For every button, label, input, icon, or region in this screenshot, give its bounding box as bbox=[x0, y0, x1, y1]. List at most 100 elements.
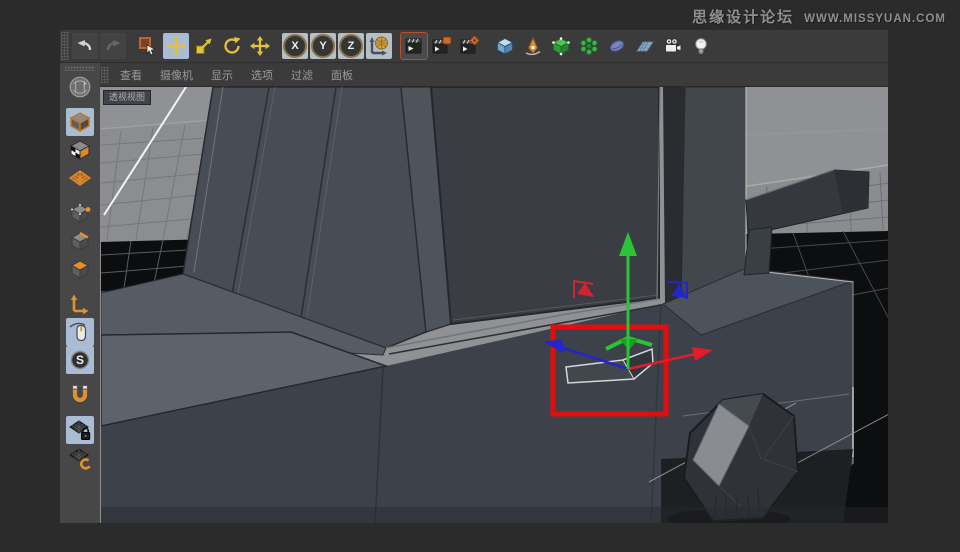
axis-x-lock-button[interactable]: X bbox=[282, 33, 308, 59]
menu-camera[interactable]: 摄像机 bbox=[151, 67, 202, 83]
add-camera-button[interactable] bbox=[660, 33, 686, 59]
add-light-button[interactable] bbox=[688, 33, 714, 59]
axis-y-lock-button[interactable]: Y bbox=[310, 33, 336, 59]
render-view-button[interactable] bbox=[400, 32, 428, 60]
lock-workplane-icon bbox=[69, 420, 91, 440]
make-editable-button[interactable] bbox=[66, 73, 94, 101]
cinema4d-window: X Y Z S 查看 摄像机 显示 选项 过滤 面板 透视视图 bbox=[60, 30, 888, 523]
screenshot-stage: 思缘设计论坛 WWW.MISSYUAN.COM X Y Z S 查看 摄像机 显… bbox=[0, 0, 960, 552]
render-picture-viewer-icon bbox=[432, 36, 452, 54]
axis-z-lock: Z bbox=[339, 34, 363, 58]
edges-mode-icon bbox=[70, 231, 90, 251]
toolbar-separator bbox=[274, 33, 281, 59]
last-tool-button[interactable] bbox=[247, 33, 273, 59]
tweak-mode-icon bbox=[69, 322, 87, 342]
watermark-site-url: WWW.MISSYUAN.COM bbox=[804, 13, 946, 25]
car-side-window bbox=[429, 87, 660, 326]
coordinate-system-button[interactable] bbox=[366, 33, 392, 59]
watermark: 思缘设计论坛 WWW.MISSYUAN.COM bbox=[692, 6, 946, 27]
scale-tool-button[interactable] bbox=[191, 33, 217, 59]
last-tool-icon bbox=[250, 36, 270, 56]
scale-icon bbox=[196, 38, 212, 54]
render-view-icon bbox=[405, 38, 422, 54]
model-mode-icon bbox=[69, 112, 91, 133]
magnet-button[interactable] bbox=[66, 381, 94, 409]
add-environment-button[interactable] bbox=[604, 33, 630, 59]
move-tool-button[interactable] bbox=[163, 33, 189, 59]
deformer-icon bbox=[580, 36, 598, 56]
axis-x-lock: X bbox=[283, 34, 307, 58]
floor-icon bbox=[636, 41, 654, 52]
viewport-projection-label: 透视视图 bbox=[103, 90, 152, 105]
add-generator-button[interactable] bbox=[548, 33, 574, 59]
enable-axis-button[interactable] bbox=[66, 290, 94, 318]
polygons-mode-button[interactable] bbox=[66, 255, 94, 283]
model-mode-button[interactable] bbox=[66, 108, 94, 136]
live-selection-icon bbox=[139, 37, 156, 56]
axis-x-letter: X bbox=[291, 40, 299, 52]
toolbar-grip[interactable] bbox=[61, 32, 69, 60]
main-area: S 查看 摄像机 显示 选项 过滤 面板 透视视图 bbox=[60, 63, 888, 523]
live-selection-button[interactable] bbox=[135, 33, 161, 59]
menu-panel[interactable]: 面板 bbox=[322, 67, 362, 83]
redo-icon bbox=[106, 40, 121, 51]
redo-button[interactable] bbox=[100, 33, 126, 59]
enable-axis-icon bbox=[70, 294, 89, 315]
polygons-mode-icon bbox=[70, 260, 90, 279]
car-b-pillar bbox=[656, 87, 747, 303]
render-picture-viewer-button[interactable] bbox=[429, 33, 455, 59]
menu-display[interactable]: 显示 bbox=[202, 67, 242, 83]
move-icon bbox=[166, 36, 186, 56]
viewport-bottom-strip bbox=[101, 507, 888, 523]
toolbar-separator bbox=[127, 33, 134, 59]
rotate-icon bbox=[224, 37, 241, 54]
viewport-panel: 查看 摄像机 显示 选项 过滤 面板 透视视图 bbox=[100, 63, 888, 523]
coordinate-system-icon bbox=[369, 36, 388, 56]
points-mode-button[interactable] bbox=[66, 199, 94, 227]
top-toolbar: X Y Z bbox=[60, 30, 888, 63]
spline-pen-icon bbox=[525, 36, 541, 56]
viewport-canvas[interactable] bbox=[101, 87, 888, 523]
add-deformer-button[interactable] bbox=[576, 33, 602, 59]
make-editable-icon bbox=[69, 76, 91, 98]
primitive-cube-icon bbox=[496, 38, 514, 55]
axis-y-lock: Y bbox=[311, 34, 335, 58]
edges-mode-button[interactable] bbox=[66, 227, 94, 255]
viewport-menubar: 查看 摄像机 显示 选项 过滤 面板 bbox=[100, 63, 888, 87]
subdivision-cube-icon bbox=[552, 37, 570, 56]
tweak-mode-button[interactable] bbox=[66, 318, 94, 346]
workplane-icon bbox=[68, 170, 92, 186]
magnet-icon bbox=[72, 385, 88, 403]
workplane-rotate-button[interactable] bbox=[66, 444, 94, 472]
perspective-viewport[interactable]: 透视视图 bbox=[100, 87, 888, 523]
points-mode-icon bbox=[70, 204, 91, 223]
environment-icon bbox=[609, 40, 625, 52]
left-toolbar: S bbox=[60, 63, 100, 523]
texture-mode-button[interactable] bbox=[66, 136, 94, 164]
undo-button[interactable] bbox=[72, 33, 98, 59]
snap-toggle-icon: S bbox=[70, 350, 90, 370]
texture-mode-icon bbox=[69, 140, 91, 160]
workplane-button[interactable] bbox=[66, 164, 94, 192]
camera-icon bbox=[665, 38, 682, 53]
menu-filter[interactable]: 过滤 bbox=[282, 67, 322, 83]
menubar-grip[interactable] bbox=[101, 66, 109, 83]
axis-z-lock-button[interactable]: Z bbox=[338, 33, 364, 59]
menu-view[interactable]: 查看 bbox=[111, 67, 151, 83]
snap-toggle-button[interactable]: S bbox=[66, 346, 94, 374]
light-icon bbox=[695, 38, 707, 54]
menu-options[interactable]: 选项 bbox=[242, 67, 282, 83]
add-primitive-button[interactable] bbox=[492, 33, 518, 59]
render-settings-icon bbox=[460, 36, 479, 54]
add-floor-button[interactable] bbox=[632, 33, 658, 59]
add-spline-button[interactable] bbox=[520, 33, 546, 59]
toolbar-separator bbox=[484, 33, 491, 59]
sidebar-grip[interactable] bbox=[65, 66, 95, 71]
workplane-rotate-icon bbox=[69, 448, 91, 470]
undo-icon bbox=[77, 40, 92, 51]
lock-workplane-button[interactable] bbox=[66, 416, 94, 444]
axis-z-letter: Z bbox=[347, 40, 355, 52]
render-settings-button[interactable] bbox=[457, 33, 483, 59]
snap-letter: S bbox=[76, 353, 84, 367]
rotate-tool-button[interactable] bbox=[219, 33, 245, 59]
